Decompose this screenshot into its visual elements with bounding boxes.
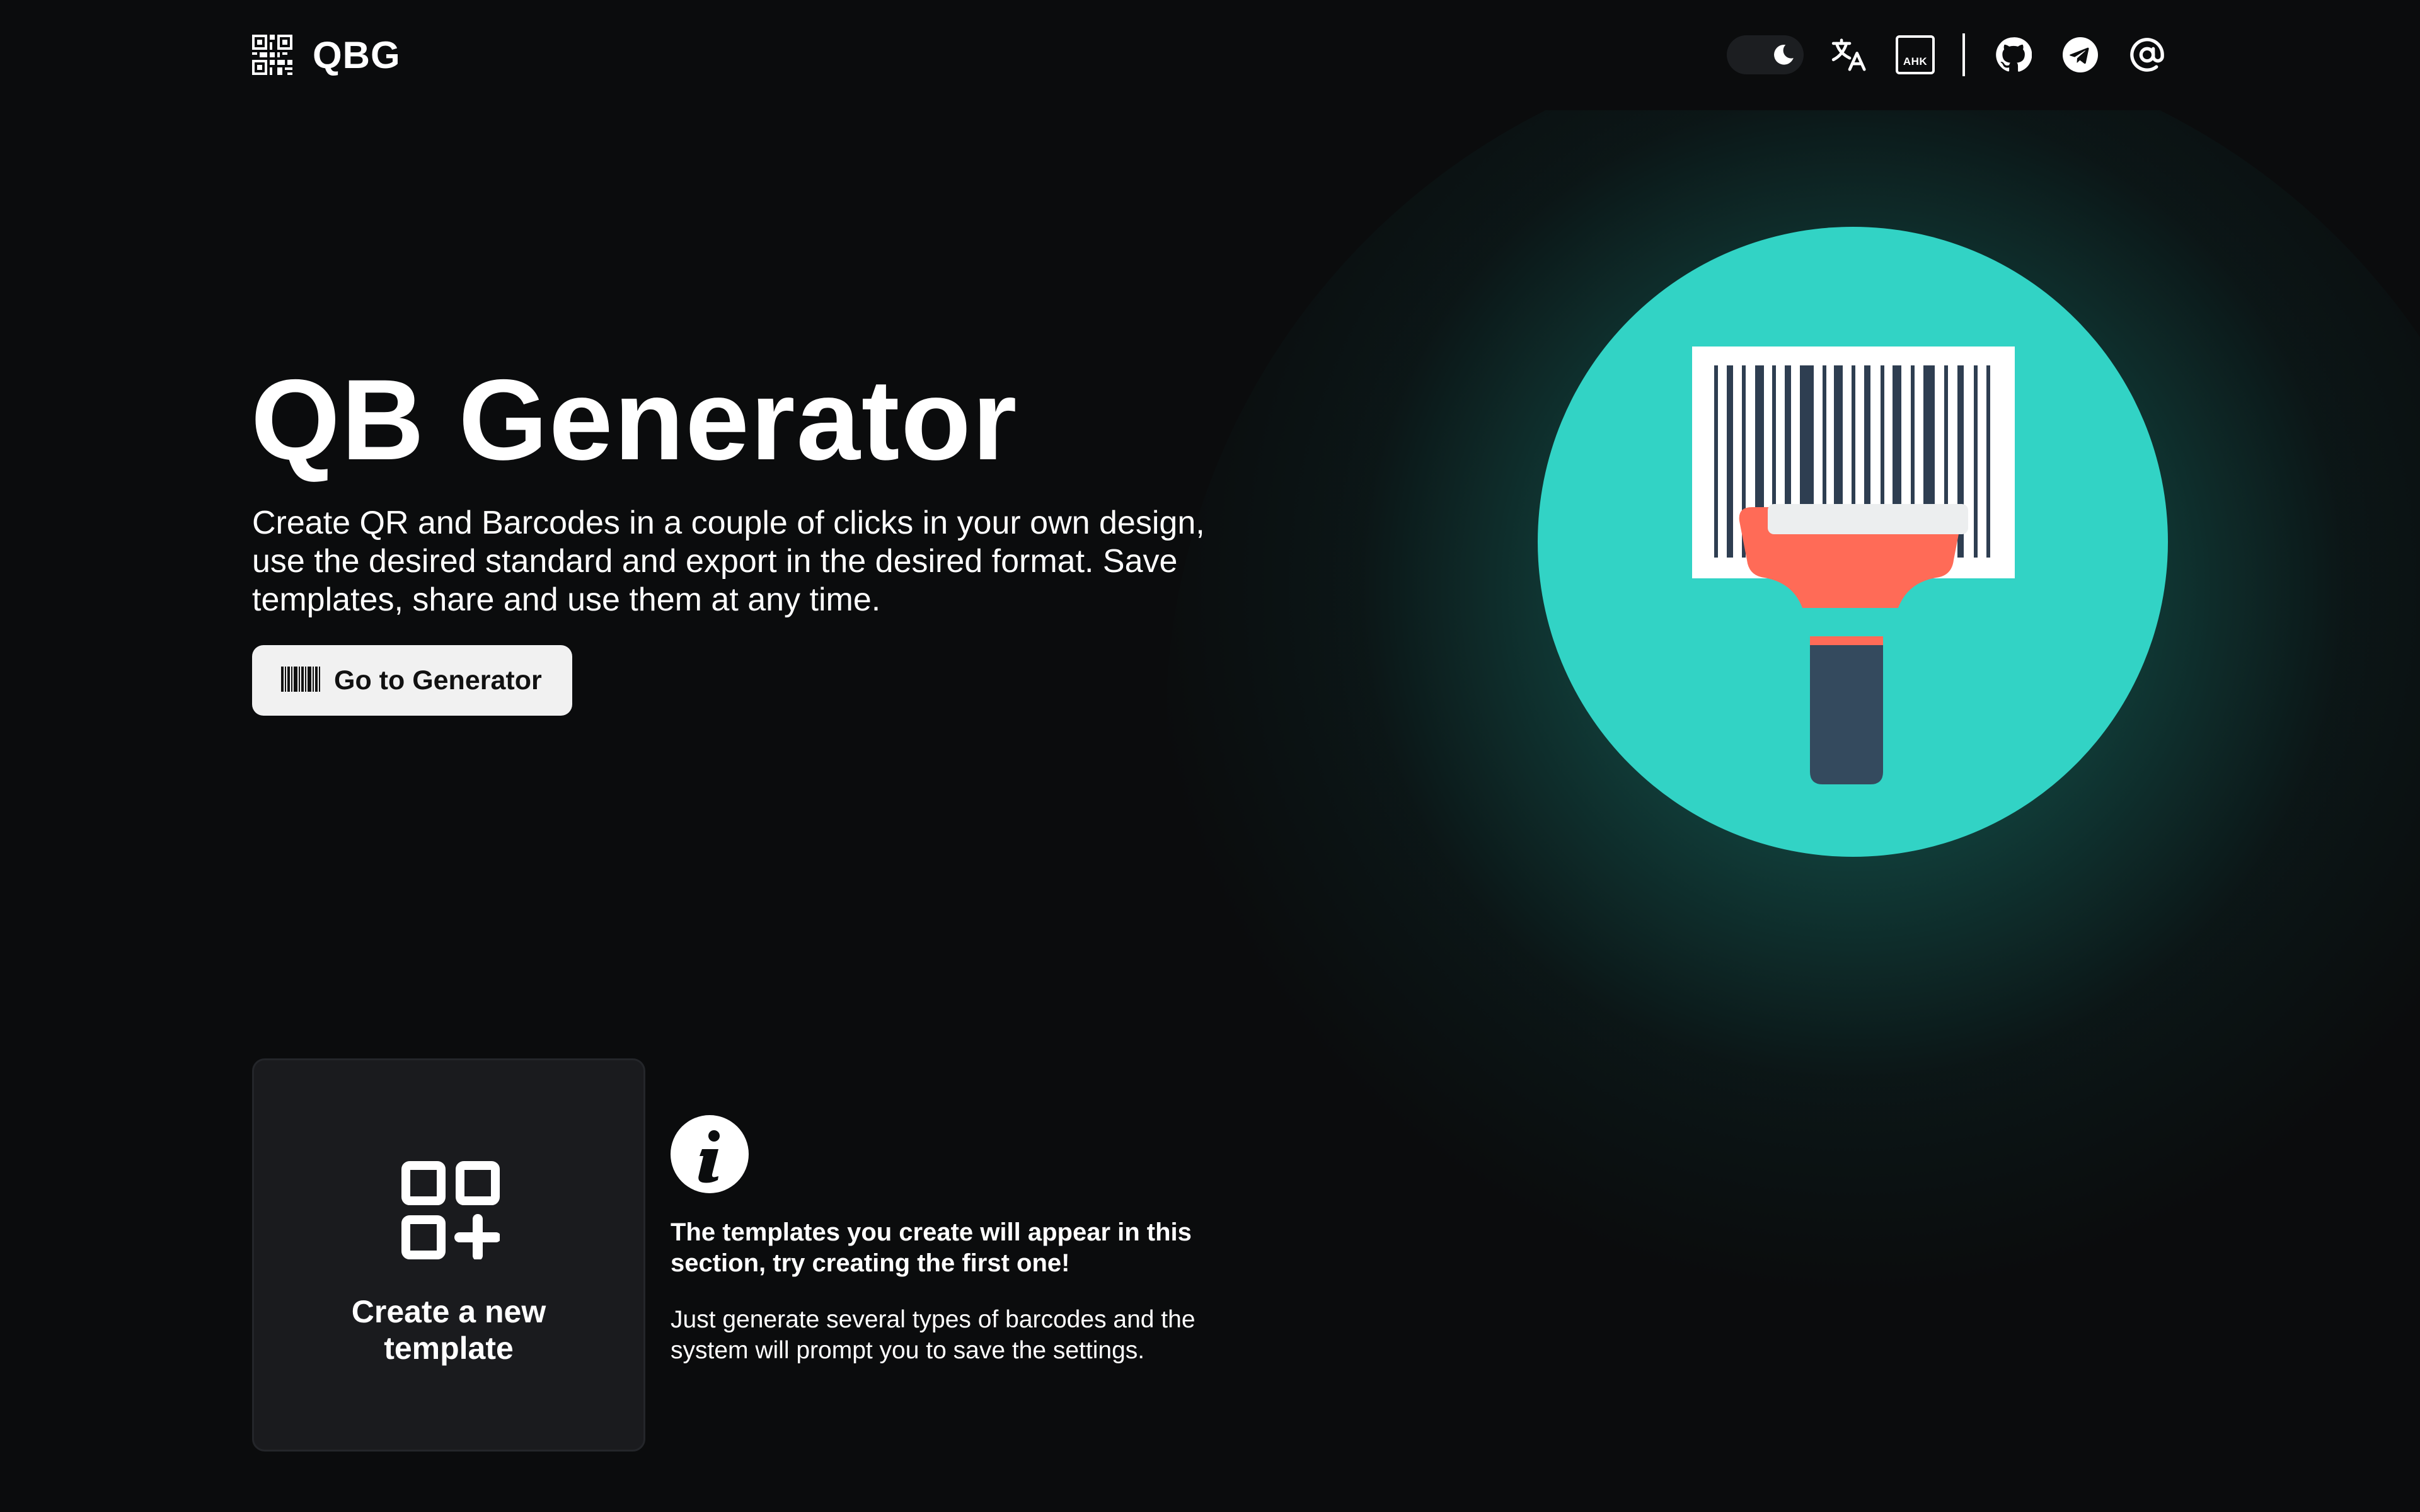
info-title: The templates you create will appear in … <box>671 1218 1192 1277</box>
info-text: Just generate several types of barcodes … <box>671 1306 1196 1364</box>
go-to-generator-button[interactable]: Go to Generator <box>252 645 572 716</box>
brand-name: QBG <box>313 33 401 76</box>
moon-icon <box>1771 42 1796 67</box>
header-divider <box>1962 33 1965 76</box>
hero-title: QB Generator <box>251 355 1018 484</box>
ahk-button[interactable]: AHK <box>1896 35 1935 74</box>
github-icon[interactable] <box>1993 34 2034 76</box>
telegram-icon[interactable] <box>2060 34 2101 76</box>
go-to-generator-label: Go to Generator <box>334 665 542 696</box>
logo[interactable]: QBG <box>252 33 401 77</box>
create-template-label: Create a new template <box>351 1294 546 1366</box>
at-sign-icon[interactable] <box>2126 34 2168 76</box>
page: QBG AHK QB Generator Create QR and Barco… <box>0 0 2420 1512</box>
barcode-scanner-illustration <box>1538 227 2168 857</box>
translate-icon[interactable] <box>1829 34 1870 76</box>
qr-code-icon <box>252 35 292 75</box>
barcode-icon <box>281 666 320 695</box>
add-template-icon <box>401 1161 501 1261</box>
theme-toggle[interactable] <box>1727 35 1804 74</box>
create-template-card[interactable]: Create a new template <box>252 1058 645 1452</box>
info-icon <box>671 1115 749 1193</box>
header-tools: AHK <box>1727 32 2168 78</box>
top-bar: QBG AHK <box>0 0 2420 110</box>
hero-description: Create QR and Barcodes in a couple of cl… <box>252 505 1205 618</box>
